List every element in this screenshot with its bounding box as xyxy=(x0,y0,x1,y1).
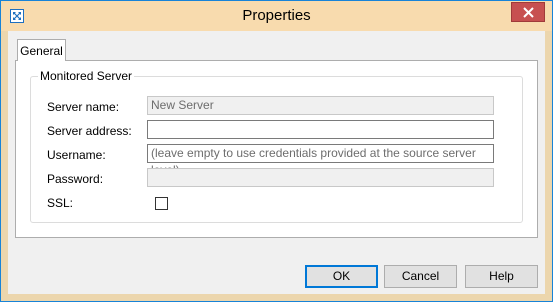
ssl-label: SSL: xyxy=(47,196,74,210)
tab-panel-general: Monitored Server Server name: New Server… xyxy=(15,60,538,238)
server-name-label: Server name: xyxy=(47,100,120,114)
window-title: Properties xyxy=(242,7,311,24)
ok-button[interactable]: OK xyxy=(305,265,378,288)
properties-window: Properties General Monitored Server Serv… xyxy=(0,0,553,302)
server-address-label: Server address: xyxy=(47,124,132,138)
password-field xyxy=(147,168,494,187)
monitored-server-group: Monitored Server Server name: New Server… xyxy=(30,69,523,223)
close-icon xyxy=(523,7,534,18)
server-address-field[interactable] xyxy=(147,120,494,139)
help-button[interactable]: Help xyxy=(465,265,538,288)
ssl-checkbox[interactable] xyxy=(155,197,168,210)
username-field[interactable]: (leave empty to use credentials provided… xyxy=(147,144,494,177)
tab-general-label: General xyxy=(20,44,63,58)
password-label: Password: xyxy=(47,172,104,186)
tab-general[interactable]: General xyxy=(17,39,66,61)
group-label: Monitored Server xyxy=(38,69,135,83)
dialog-client-area: General Monitored Server Server name: Ne… xyxy=(8,31,545,294)
username-label: Username: xyxy=(47,148,106,162)
close-button[interactable] xyxy=(511,2,545,22)
server-name-field: New Server xyxy=(147,96,494,115)
cancel-button[interactable]: Cancel xyxy=(384,265,457,288)
title-bar[interactable]: Properties xyxy=(1,1,552,31)
